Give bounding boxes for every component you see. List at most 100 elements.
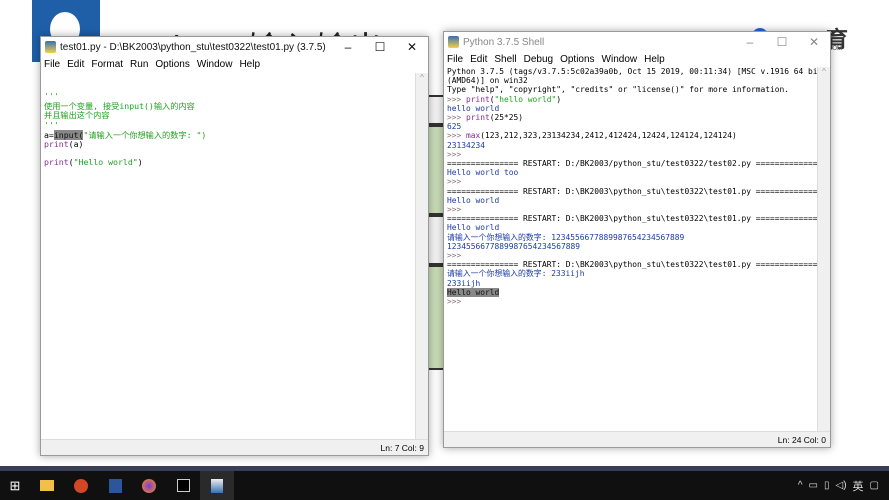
- code-token: =============== RESTART: D:\BK2003\pytho…: [447, 214, 817, 224]
- editor-status-bar: Ln: 7 Col: 9: [41, 439, 428, 455]
- editor-titlebar[interactable]: test01.py - D:\BK2003\python_stu\test032…: [41, 37, 428, 57]
- powerpoint-icon[interactable]: [64, 471, 98, 500]
- code-token: Hello world: [447, 195, 500, 205]
- shell-menubar: File Edit Shell Debug Options Window Hel…: [444, 52, 830, 67]
- text-line: Python 3.7.5 (tags/v3.7.5:5c02a39a0b, Oc…: [447, 67, 817, 76]
- code-token: 1234556677889987654234567889: [447, 241, 581, 251]
- code-token: >>>: [447, 177, 467, 187]
- text-line: >>> max(123,212,323,23134234,2412,412424…: [447, 131, 817, 140]
- editor-window[interactable]: test01.py - D:\BK2003\python_stu\test032…: [40, 36, 429, 456]
- scroll-up-icon[interactable]: ^: [416, 73, 428, 82]
- code-token: "Hello world": [73, 156, 138, 167]
- shell-status-bar: Ln: 24 Col: 0: [444, 431, 830, 447]
- menu-file[interactable]: File: [44, 59, 60, 70]
- code-token: Hello world too: [447, 168, 519, 178]
- text-line: 1234556677889987654234567889: [447, 242, 817, 251]
- menu-window[interactable]: Window: [197, 59, 233, 70]
- shell-title: Python 3.7.5 Shell: [463, 36, 545, 48]
- menu-help[interactable]: Help: [239, 59, 260, 70]
- menu-debug[interactable]: Debug: [524, 54, 553, 65]
- code-token: ): [137, 156, 143, 167]
- menu-options[interactable]: Options: [155, 59, 189, 70]
- code-token: hello world: [447, 103, 500, 113]
- text-line: (AMD64)] on win32: [447, 76, 817, 85]
- code-token: >>>: [447, 131, 467, 141]
- menu-edit[interactable]: Edit: [67, 59, 84, 70]
- text-line: 请输入一个你想输入的数字: 233iijh: [447, 269, 817, 278]
- menu-file[interactable]: File: [447, 54, 463, 65]
- network-icon[interactable]: ▯: [824, 480, 830, 491]
- code-token: 233iijh: [447, 278, 481, 288]
- windows-start-icon[interactable]: ⊞: [0, 471, 30, 500]
- text-line: print("Hello world"): [44, 156, 415, 168]
- text-line: =============== RESTART: D:\BK2003\pytho…: [447, 214, 817, 223]
- text-line: 并且输出这个内容: [44, 111, 415, 121]
- code-token: max: [466, 131, 481, 141]
- text-line: hello world: [447, 104, 817, 113]
- menu-format[interactable]: Format: [91, 59, 123, 70]
- maximize-button[interactable]: ☐: [766, 35, 798, 49]
- code-token: 并且输出这个内容: [44, 110, 110, 121]
- code-token: 使用一个变量, 接受input()输入的内容: [44, 100, 195, 111]
- text-line: 625: [447, 122, 817, 131]
- minimize-button[interactable]: –: [332, 40, 364, 54]
- code-token: =============== RESTART: D:/BK2003/pytho…: [447, 159, 817, 169]
- code-token: Hello world: [447, 223, 500, 233]
- code-token: ''': [44, 119, 59, 130]
- notification-icon[interactable]: ▢: [870, 480, 879, 491]
- word-icon[interactable]: [98, 471, 132, 500]
- menu-edit[interactable]: Edit: [470, 54, 487, 65]
- code-token: >>>: [447, 205, 467, 215]
- menu-window[interactable]: Window: [602, 54, 638, 65]
- text-line: 请输入一个你想输入的数字: 12345566778899876542345678…: [447, 233, 817, 242]
- code-token: (a): [68, 139, 84, 150]
- code-token: ''': [44, 91, 59, 102]
- scroll-up-icon[interactable]: ^: [818, 67, 830, 76]
- text-line: >>>: [447, 177, 817, 186]
- shell-output[interactable]: Python 3.7.5 (tags/v3.7.5:5c02a39a0b, Oc…: [445, 67, 817, 431]
- code-token: >>>: [447, 94, 467, 104]
- text-line: =============== RESTART: D:/BK2003/pytho…: [447, 159, 817, 168]
- shell-scrollbar[interactable]: ^: [817, 67, 830, 431]
- firefox-icon[interactable]: [132, 471, 166, 500]
- menu-run[interactable]: Run: [130, 59, 148, 70]
- editor-scrollbar[interactable]: ^: [415, 73, 428, 439]
- code-editor[interactable]: ''' 使用一个变量, 接受input()输入的内容 并且输出这个内容 ''' a=in…: [42, 81, 415, 439]
- code-token: >>>: [447, 251, 467, 261]
- terminal-icon[interactable]: [166, 471, 200, 500]
- text-line: a=input("请输入一个你想输入的数字: "): [44, 129, 415, 141]
- volume-icon[interactable]: ◁): [836, 480, 847, 491]
- text-line: >>>: [447, 297, 817, 306]
- ime-indicator[interactable]: 英: [853, 478, 864, 494]
- code-token: print: [44, 139, 69, 150]
- code-token: =============== RESTART: D:\BK2003\pytho…: [447, 260, 817, 270]
- shell-window[interactable]: Python 3.7.5 Shell – ☐ ✕ File Edit Shell…: [443, 31, 831, 448]
- chevron-up-icon[interactable]: ^: [798, 480, 803, 491]
- close-button[interactable]: ✕: [798, 35, 830, 49]
- code-token: print: [466, 94, 490, 104]
- menu-help[interactable]: Help: [644, 54, 665, 65]
- taskbar: ⊞ ^ ▭ ▯ ◁) 英 ▢: [0, 471, 889, 500]
- text-line: =============== RESTART: D:\BK2003\pytho…: [447, 187, 817, 196]
- battery-icon[interactable]: ▭: [809, 480, 818, 491]
- editor-menubar: File Edit Format Run Options Window Help: [41, 57, 428, 72]
- code-token: 625: [447, 122, 462, 132]
- editor-title: test01.py - D:\BK2003\python_stu\test032…: [60, 41, 326, 53]
- maximize-button[interactable]: ☐: [364, 40, 396, 54]
- shell-titlebar[interactable]: Python 3.7.5 Shell – ☐ ✕: [444, 32, 830, 52]
- text-line: >>> print("hello world"): [447, 95, 817, 104]
- python-idle-icon[interactable]: [200, 471, 234, 500]
- code-token: =============== RESTART: D:\BK2003\pytho…: [447, 186, 817, 196]
- code-token: >>>: [447, 113, 467, 123]
- code-token: 23134234: [447, 140, 486, 150]
- close-button[interactable]: ✕: [396, 40, 428, 54]
- file-explorer-icon[interactable]: [30, 471, 64, 500]
- menu-shell[interactable]: Shell: [494, 54, 516, 65]
- system-tray: ^ ▭ ▯ ◁) 英 ▢: [798, 478, 889, 494]
- text-line: >>>: [447, 150, 817, 159]
- text-line: Hello world: [447, 223, 817, 232]
- text-line: Hello world: [447, 196, 817, 205]
- menu-options[interactable]: Options: [560, 54, 594, 65]
- minimize-button[interactable]: –: [734, 35, 766, 49]
- code-token: input(: [53, 129, 84, 140]
